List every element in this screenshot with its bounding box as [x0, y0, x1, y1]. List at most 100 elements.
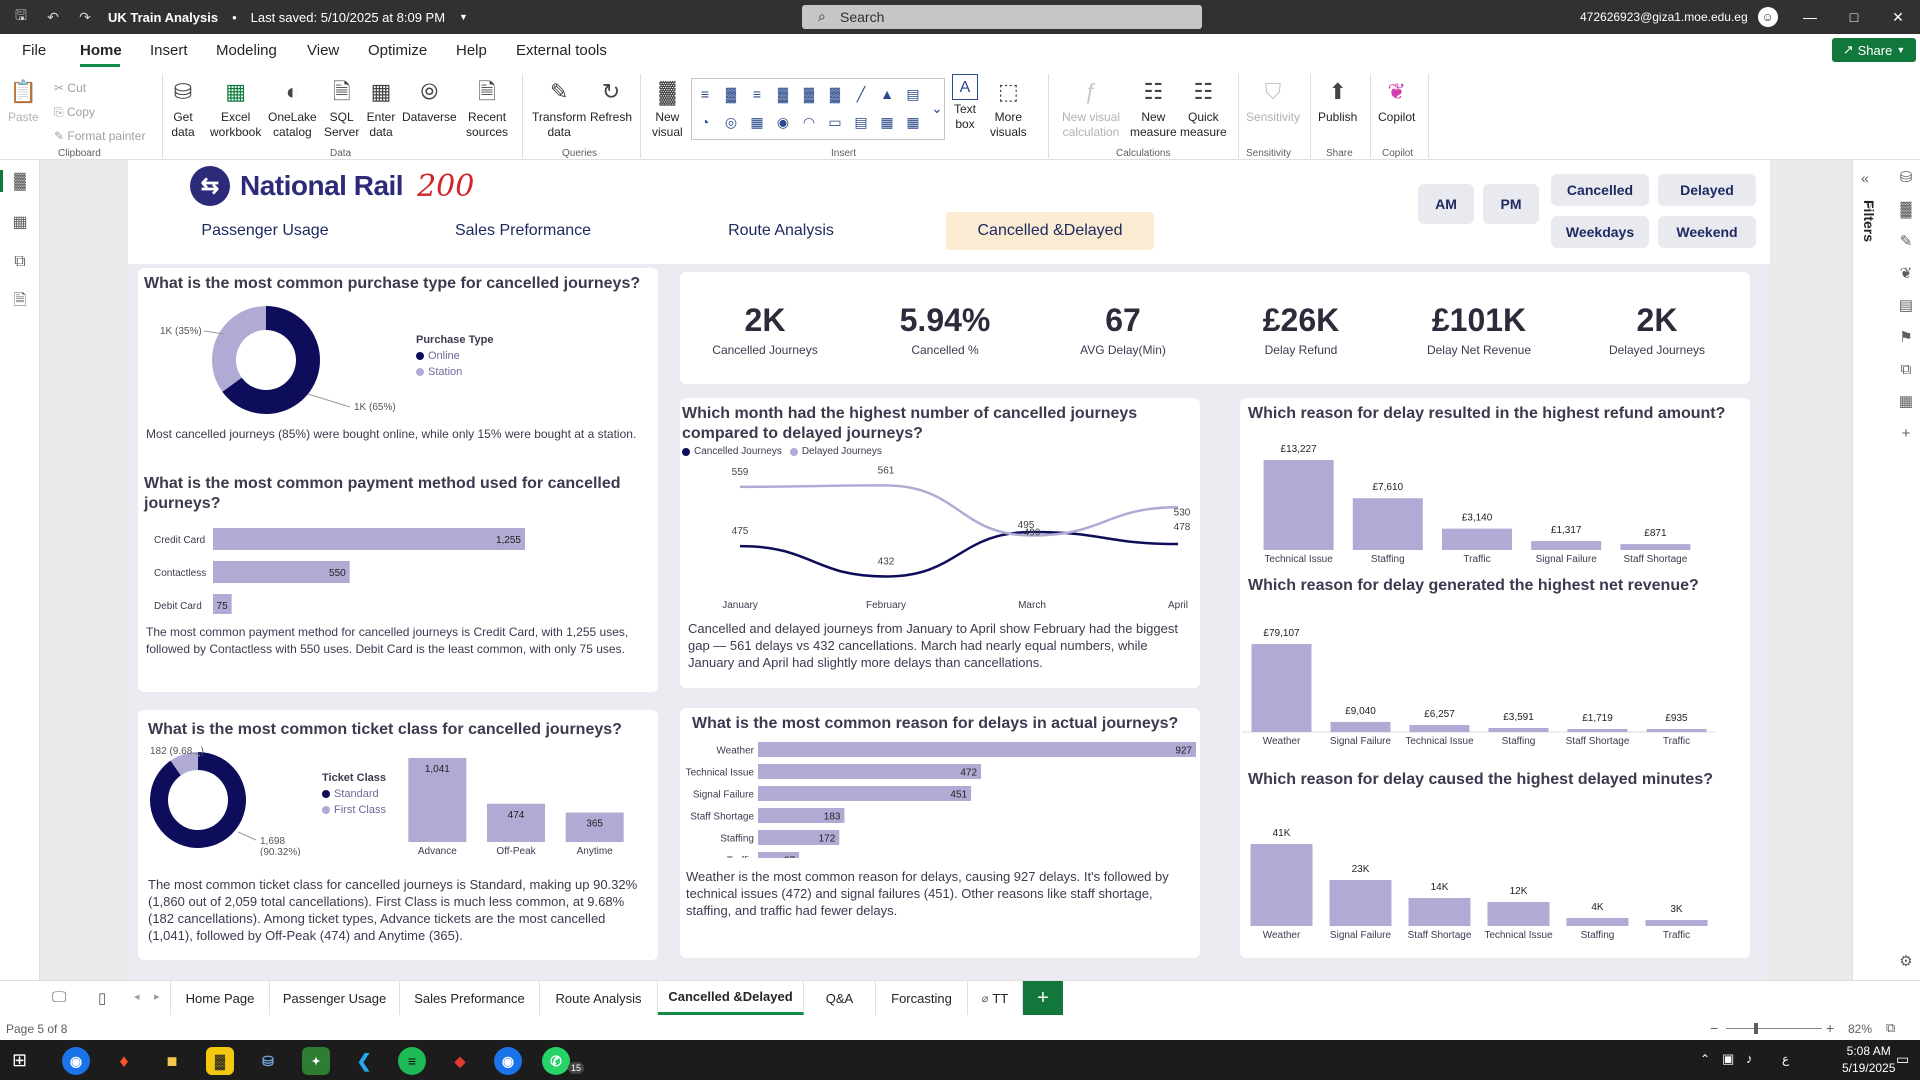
legend-item-station[interactable]: Station [416, 366, 493, 378]
leader-line[interactable] [307, 393, 351, 408]
bar-credit-card[interactable] [213, 528, 525, 550]
search-box[interactable]: ⌕ Search [802, 5, 1202, 29]
chrome-icon[interactable]: ◉ [62, 1047, 90, 1075]
recent-sources-button[interactable]: 🗎 Recent sources [466, 74, 508, 140]
filter-am-button[interactable]: AM [1418, 184, 1474, 224]
filters-pane-label[interactable]: Filters [1861, 200, 1877, 242]
scroll-right-icon[interactable]: ▸ [154, 990, 160, 1003]
line-chart-icon[interactable]: ╱ [852, 85, 870, 103]
zoom-in-button[interactable]: + [1826, 1020, 1834, 1036]
report-view-icon[interactable]: ▓ [8, 170, 32, 194]
copilot-button[interactable]: ❦ Copilot [1378, 74, 1415, 125]
bar-technical-issue[interactable] [1263, 460, 1334, 550]
zoom-level[interactable]: 82% [1848, 1022, 1872, 1036]
sensitivity-button[interactable]: ⛉ Sensitivity [1246, 74, 1300, 125]
nav-tab-route-analysis[interactable]: Route Analysis [686, 212, 876, 250]
delay-reason-card[interactable]: Which reason for delay resulted in the h… [1240, 398, 1750, 958]
kpi-icon[interactable]: ▤ [852, 113, 870, 131]
format-painter-button[interactable]: ✎ Format painter [54, 124, 145, 148]
anydesk-icon[interactable]: ◆ [446, 1047, 474, 1075]
monthly-line-chart[interactable]: January February March April475432495 478559… [680, 462, 1200, 612]
delay-reasons-card[interactable]: What is the most common reason for delay… [680, 708, 1200, 958]
bar-weather[interactable] [758, 742, 1196, 757]
spotify-icon[interactable]: ≡ [398, 1047, 426, 1075]
bar-staffing[interactable] [1566, 918, 1629, 926]
refresh-button[interactable]: ↻ Refresh [590, 74, 632, 125]
delay-reasons-bar-chart[interactable]: Weather 927 Technical Issue 472 Signal Failu… [680, 738, 1200, 858]
sync-slicers-icon[interactable]: ▦ [1895, 390, 1917, 412]
bar-signal-failure[interactable] [758, 786, 972, 801]
bookmark-icon[interactable]: ⚑ [1895, 326, 1917, 348]
bar-technical-issue[interactable] [1487, 902, 1550, 926]
legend-item-standard[interactable]: Standard [322, 788, 386, 800]
menu-file[interactable]: File [22, 42, 46, 59]
stacked-bar-icon[interactable]: ≡ [696, 85, 714, 103]
transform-data-button[interactable]: ✎ Transform data [532, 74, 586, 140]
dax-query-icon[interactable]: 🗎 [8, 290, 32, 314]
pie-chart-icon[interactable]: ◔ [696, 113, 714, 131]
minimize-button[interactable]: — [1788, 0, 1832, 34]
filter-weekdays-button[interactable]: Weekdays [1551, 216, 1649, 248]
bar-staff-shortage[interactable] [1620, 544, 1691, 550]
close-button[interactable]: ✕ [1876, 0, 1920, 34]
power-bi-icon[interactable]: ▓ [206, 1047, 234, 1075]
vscode-icon[interactable]: ❮ [350, 1047, 378, 1075]
format-pane-icon[interactable]: ✎ [1895, 230, 1917, 252]
menu-home[interactable]: Home [80, 42, 122, 59]
chevron-down-icon[interactable]: ▼ [459, 12, 468, 22]
menu-view[interactable]: View [307, 42, 339, 59]
clustered-column-icon[interactable]: ▓ [774, 85, 792, 103]
new-visual-button[interactable]: ▓ New visual [652, 74, 683, 140]
legend-item-delayed[interactable]: Delayed Journeys [789, 446, 882, 457]
brave-icon[interactable]: ♦ [110, 1047, 138, 1075]
bar-staff-shortage[interactable] [1408, 898, 1471, 926]
ticket-class-card[interactable]: What is the most common ticket class for… [138, 710, 658, 960]
line-series-cancelled-journeys[interactable] [739, 530, 1179, 578]
filter-pm-button[interactable]: PM [1483, 184, 1539, 224]
system-clock[interactable]: 5:08 AM 5/19/2025 [1842, 1043, 1895, 1077]
whatsapp-icon[interactable]: ✆ [542, 1047, 570, 1075]
excel-workbook-button[interactable]: ▦ Excel workbook [210, 74, 261, 140]
user-area[interactable]: 472626923@giza1.moe.edu.eg ☺ [1580, 0, 1778, 34]
menu-help[interactable]: Help [456, 42, 487, 59]
bar-weather[interactable] [1251, 644, 1312, 732]
collapse-filters-icon[interactable]: « [1861, 170, 1869, 186]
redo-icon[interactable]: ↷ [76, 8, 94, 26]
stacked-column-icon[interactable]: ▓ [800, 85, 818, 103]
card-icon[interactable]: ▭ [826, 113, 844, 131]
add-pane-icon[interactable]: + [1895, 422, 1917, 444]
paste-button[interactable]: 📋 Paste [8, 74, 39, 125]
get-data-button[interactable]: ⛁ Get data [168, 74, 198, 140]
undo-icon[interactable]: ↶ [44, 8, 62, 26]
page-tab-sales-preformance[interactable]: Sales Preformance [400, 981, 540, 1015]
bar-signal-failure[interactable] [1329, 880, 1392, 926]
tableau-icon[interactable]: ✦ [302, 1047, 330, 1075]
payment-bar-chart[interactable]: Credit Card 1,255 Contactless 550 Debit Card… [138, 524, 658, 614]
dataverse-button[interactable]: ⦾ Dataverse [402, 74, 457, 125]
page-tab-forcasting[interactable]: Forcasting [876, 981, 968, 1015]
waterfall-icon[interactable]: ▤ [904, 85, 922, 103]
visualizations-pane-icon[interactable]: ▓ [1895, 198, 1917, 220]
maximize-button[interactable]: □ [1832, 0, 1876, 34]
share-button[interactable]: ↗ Share ▼ [1832, 38, 1916, 62]
page-tab-tt[interactable]: ⌀ TT [968, 981, 1023, 1015]
netrev-bar-chart[interactable]: £79,107 Weather £9,040 Signal Failure £6,257… [1240, 610, 1750, 750]
notifications-icon[interactable]: ▭ [1896, 1051, 1909, 1068]
tray-chevron-icon[interactable]: ⌃ [1700, 1052, 1710, 1066]
bar-technical-issue[interactable] [1409, 725, 1470, 732]
gauge-icon[interactable]: ◠ [800, 113, 818, 131]
bar-signal-failure[interactable] [1330, 721, 1391, 732]
purchase-payment-card[interactable]: What is the most common purchase type fo… [138, 268, 658, 692]
page-tab-cancelled-delayed[interactable]: Cancelled &Delayed [658, 981, 804, 1015]
volume-icon[interactable]: ♪ [1746, 1051, 1753, 1066]
bar-traffic[interactable] [1645, 920, 1708, 926]
avatar[interactable]: ☺ [1757, 7, 1778, 27]
onelake-catalog-button[interactable]: ◐ OneLake catalog [268, 74, 317, 140]
ribbon-chart-icon[interactable]: ▓ [826, 85, 844, 103]
monthly-line-card[interactable]: Which month had the highest number of ca… [680, 398, 1200, 688]
windows-start-icon[interactable]: ⊞ [12, 1050, 27, 1071]
page-tab-route-analysis[interactable]: Route Analysis [540, 981, 658, 1015]
network-icon[interactable]: ▣ [1722, 1051, 1734, 1067]
filter-weekend-button[interactable]: Weekend [1658, 216, 1756, 248]
data-pane-icon[interactable]: ⛁ [1895, 166, 1917, 188]
